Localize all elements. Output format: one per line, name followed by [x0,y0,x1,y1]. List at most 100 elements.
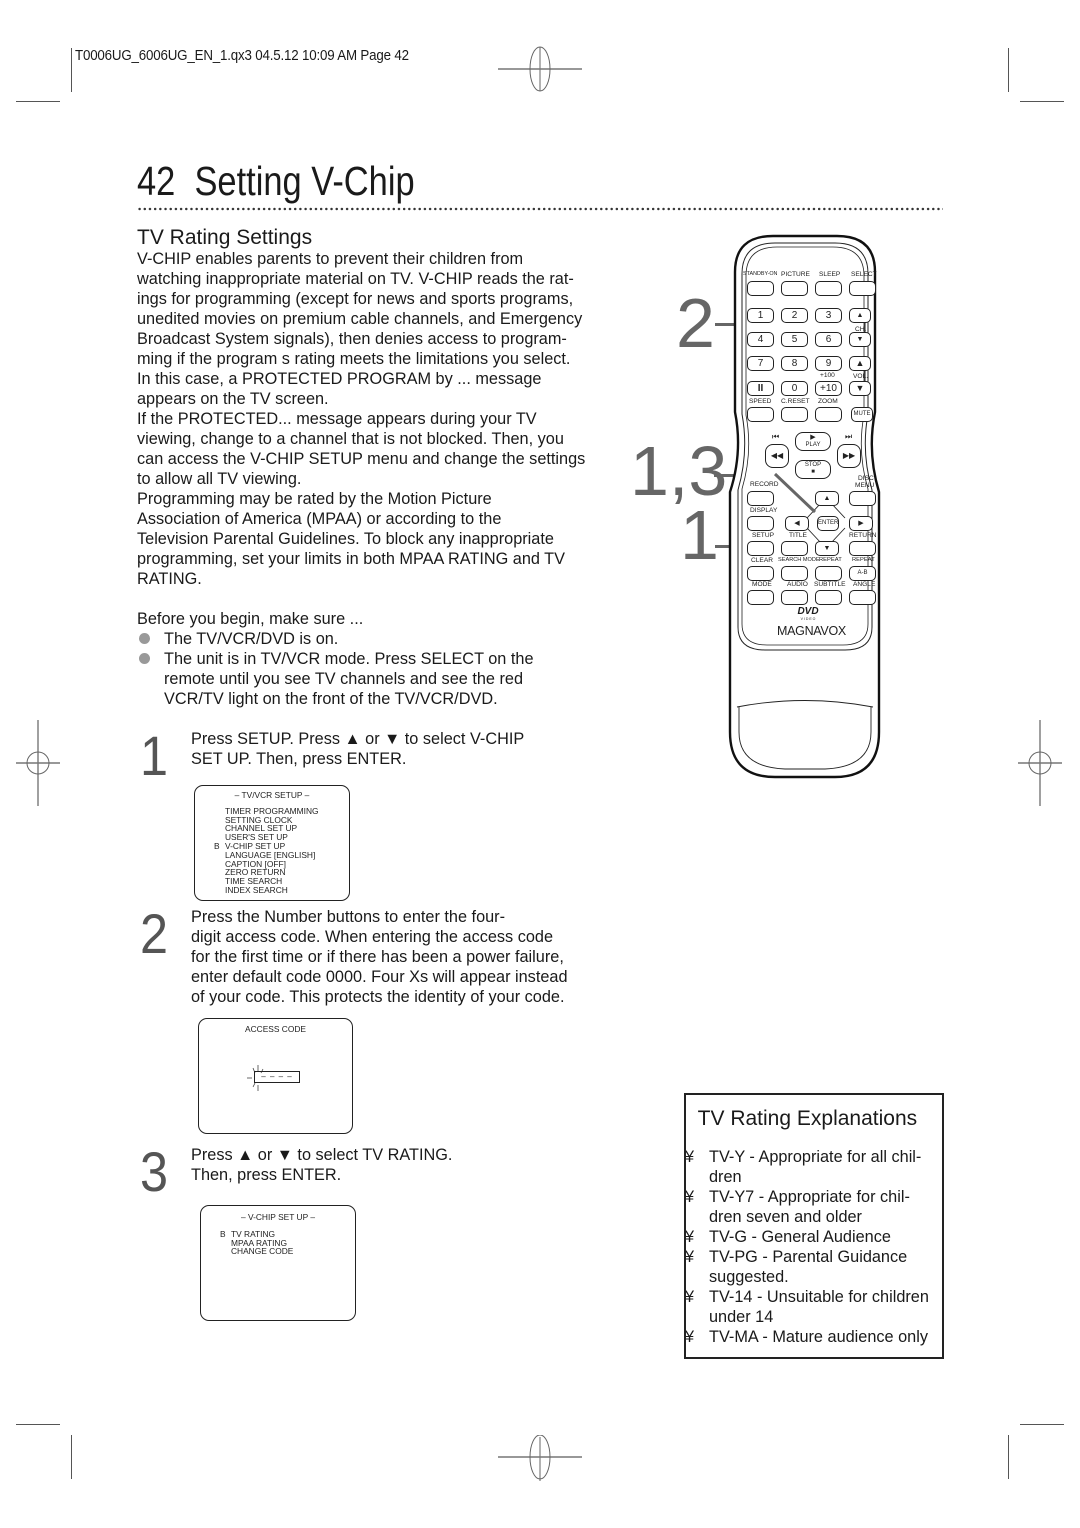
repeat-ab-button[interactable]: A-B [849,566,876,581]
vol-up-button[interactable]: ▲ [849,356,871,371]
label-creset: C.RESET [781,398,810,405]
rating-line: under 14 [709,1308,774,1326]
mode-button[interactable] [747,590,774,605]
intro-line: appears on the TV screen. [137,390,329,408]
ch-down-button[interactable]: ▼ [849,332,871,347]
c-reset-button[interactable] [781,407,808,422]
step-text: Press ▲ or ▼ to select TV RATING. Then, p… [191,1145,452,1185]
intro-line: V-CHIP enables parents to prevent their … [137,250,524,268]
dvd-video-logo: DVD V I D E O [793,607,823,622]
plus10-button[interactable]: +10 [815,381,842,396]
play-button[interactable]: ▶ PLAY [795,432,831,451]
search-mode-button[interactable] [781,566,808,581]
number-3-button[interactable]: 3 [815,308,842,323]
registration-mark-left [16,720,60,806]
number-0-button[interactable]: 0 [781,381,808,396]
clear-button[interactable] [747,566,774,581]
remote-control: STANDBY-ON PICTURE SLEEP SELECT 1 2 3 4 … [725,232,885,780]
subtitle-button[interactable] [815,590,842,605]
intro-line: to allow all TV viewing. [137,470,302,488]
label-plus100: +100 [820,372,835,379]
step-line: enter default code 0000. Four Xs will ap… [191,968,568,986]
dotted-divider [137,207,943,211]
setup-button[interactable] [747,541,774,556]
angle-button[interactable] [849,590,876,605]
select-button[interactable] [849,281,876,296]
return-button[interactable] [849,541,876,556]
dvd-video-text: V I D E O [800,617,816,621]
page-title: 42 Setting V-Chip [137,158,415,205]
label-speed: SPEED [749,398,772,405]
menu-item-label: CHANGE CODE [231,1246,294,1257]
pause-button[interactable]: II [747,381,774,396]
v-chip-setup-screen: – V-CHIP SET UP – B TV RATING MPAA RATING C… [200,1205,356,1321]
bullet-icon: ¥ [685,1148,695,1166]
access-code-field[interactable]: – – – – [254,1071,300,1083]
number-2-button[interactable]: 2 [781,308,808,323]
callout-step-2: 2 [676,284,715,362]
crop-mark [1020,101,1064,102]
label-disc: DISC [858,475,874,482]
down-arrow-button[interactable]: ▼ [815,541,839,556]
rating-line: TV-G - General Audience [709,1228,891,1246]
record-button[interactable] [747,491,774,506]
label-select: SELECT [851,271,877,278]
explanations-heading-text: TV Rating Explanations [697,1107,918,1130]
standby-on-button[interactable] [747,281,774,296]
number-1-button[interactable]: 1 [747,308,774,323]
intro-line: programming, set your limits in both MPA… [137,550,565,568]
access-code-placeholder: – – – – [261,1072,293,1081]
number-9-button[interactable]: 9 [815,356,842,371]
page-number: 42 [137,158,176,204]
right-arrow-button[interactable]: ▶ [849,516,873,531]
up-arrow-button[interactable]: ▲ [815,491,839,506]
callout-step-1: 1 [680,496,719,574]
mute-button[interactable]: MUTE [851,407,873,422]
intro-line: can access the V-CHIP SETUP menu and cha… [137,450,586,468]
bullet-icon: ¥ [685,1188,695,1206]
checklist-line: VCR/TV light on the front of the TV/VCR/… [164,690,498,708]
setup-menu: TIMER PROGRAMMING SETTING CLOCK CHANNEL SE… [195,806,349,895]
rating-line: dren seven and older [709,1208,862,1226]
zoom-button[interactable] [815,407,842,422]
disc-menu-button[interactable] [849,491,876,506]
menu-item[interactable]: INDEX SEARCH [195,886,349,895]
audio-button[interactable] [781,590,808,605]
title-button[interactable] [781,541,808,556]
menu-item[interactable]: CHANGE CODE [201,1247,355,1256]
brand-logo: MAGNAVOX [777,624,846,638]
screen-title: – V-CHIP SET UP – [240,1212,315,1222]
number-8-button[interactable]: 8 [781,356,808,371]
number-6-button[interactable]: 6 [815,332,842,347]
ch-up-button[interactable]: ▲ [849,308,871,323]
bullet-icon: ¥ [685,1288,695,1306]
vol-down-button[interactable]: ▼ [849,381,871,396]
number-7-button[interactable]: 7 [747,356,774,371]
speed-button[interactable] [747,407,774,422]
fast-forward-button[interactable]: ▶▶ [837,444,861,468]
left-arrow-button[interactable]: ◀ [785,516,809,531]
label-audio: AUDIO [787,581,808,588]
number-5-button[interactable]: 5 [781,332,808,347]
label-clear: CLEAR [751,557,773,564]
label-angle: ANGLE [853,581,876,588]
label-menu: MENU [855,482,875,489]
rewind-button[interactable]: ◀◀ [765,444,789,468]
stop-button[interactable]: STOP ■ [795,460,831,479]
number-4-button[interactable]: 4 [747,332,774,347]
intro-line: watching inappropriate material on TV. V… [137,270,574,288]
crop-mark [71,48,72,92]
step-line: of your code. This protects the identity… [191,988,565,1006]
repeat-button[interactable] [815,566,842,581]
label-subtitle: SUBTITLE [814,581,846,588]
crop-mark [1008,48,1009,92]
label-repeat-ab: REPEAT [852,557,875,563]
display-button[interactable] [747,516,774,531]
sleep-button[interactable] [815,281,842,296]
label-display: DISPLAY [750,507,778,514]
tv-rating-explanations-box: TV Rating Explanations ¥ TV-Y - Appropria… [684,1093,944,1359]
enter-button[interactable]: ENTER [817,516,839,531]
picture-button[interactable] [781,281,808,296]
crop-mark [16,101,60,102]
rating-line: suggested. [709,1268,789,1286]
